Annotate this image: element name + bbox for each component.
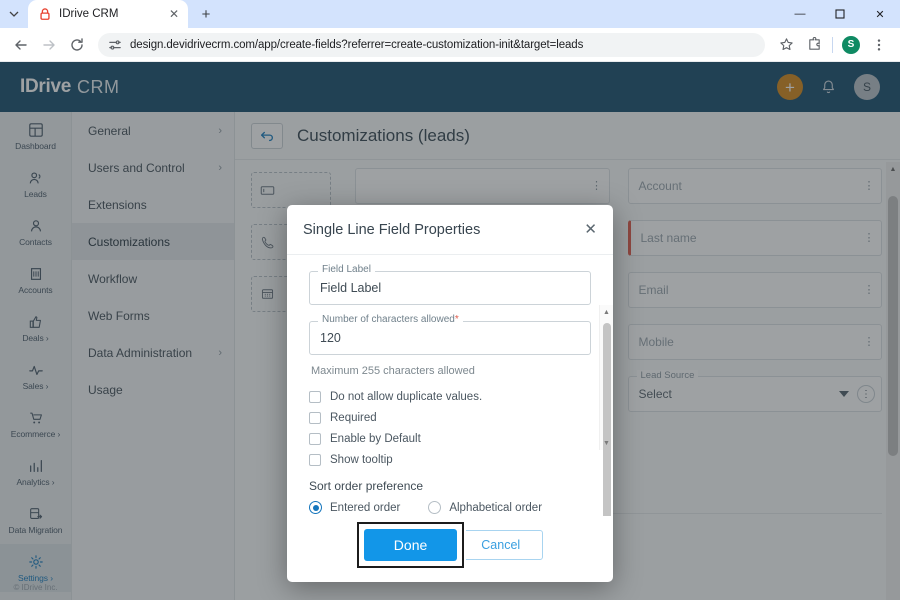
- browser-tab-bar: IDrive CRM ✕ + — ✕: [0, 0, 900, 28]
- field-label-value: Field Label: [320, 281, 381, 295]
- checkbox-label: Enable by Default: [330, 433, 421, 445]
- checkbox-label: Required: [330, 412, 377, 424]
- address-bar-url: design.devidrivecrm.com/app/create-field…: [130, 39, 583, 51]
- radio-icon[interactable]: [309, 501, 322, 514]
- modal-scrollbar-thumb[interactable]: [603, 323, 611, 516]
- browser-menu-icon[interactable]: [866, 32, 892, 58]
- modal-close-icon[interactable]: ✕: [584, 222, 597, 237]
- field-label-group: Field Label Field Label: [309, 271, 591, 305]
- checkbox-label: Do not allow duplicate values.: [330, 391, 482, 403]
- chrome-profile-initial: S: [842, 36, 860, 54]
- char-count-input[interactable]: 120: [309, 321, 591, 355]
- modal-title: Single Line Field Properties: [303, 222, 480, 238]
- toolbar-divider: [832, 37, 833, 53]
- modal-body: Field Label Field Label Number of charac…: [287, 255, 613, 516]
- address-bar[interactable]: design.devidrivecrm.com/app/create-field…: [98, 33, 765, 57]
- checkbox-row-required[interactable]: Required: [309, 412, 591, 424]
- tab-search-icon[interactable]: [0, 0, 28, 28]
- field-properties-modal: Single Line Field Properties ✕ Field Lab…: [287, 205, 613, 582]
- window-maximize-icon[interactable]: [820, 0, 860, 28]
- browser-window: IDrive CRM ✕ + — ✕ design.d: [0, 0, 900, 600]
- radio-label: Entered order: [330, 502, 400, 514]
- field-label-legend: Field Label: [318, 264, 375, 275]
- window-minimize-icon[interactable]: —: [780, 0, 820, 28]
- chrome-profile-avatar[interactable]: S: [838, 32, 864, 58]
- char-count-group: Number of characters allowed* 120: [309, 321, 591, 355]
- modal-footer: Done Cancel: [287, 516, 613, 582]
- checkbox-icon[interactable]: [309, 454, 321, 466]
- checkbox-icon[interactable]: [309, 433, 321, 445]
- modal-scrollbar[interactable]: ▲ ▼: [599, 305, 613, 450]
- modal-scrollbar-up-icon[interactable]: ▲: [600, 305, 613, 319]
- forward-icon[interactable]: [36, 32, 62, 58]
- browser-tab[interactable]: IDrive CRM ✕: [28, 0, 188, 28]
- modal-scrollbar-down-icon[interactable]: ▼: [600, 436, 613, 450]
- field-label-input[interactable]: Field Label: [309, 271, 591, 305]
- done-button-highlight: Done: [357, 522, 464, 568]
- checkbox-row-show-tooltip[interactable]: Show tooltip: [309, 454, 591, 466]
- browser-tab-title: IDrive CRM: [59, 8, 159, 20]
- site-settings-icon[interactable]: [108, 38, 122, 52]
- modal-cancel-button[interactable]: Cancel: [458, 530, 543, 560]
- radio-label: Alphabetical order: [449, 502, 542, 514]
- required-asterisk: *: [455, 314, 459, 325]
- radio-entered-order[interactable]: Entered order: [309, 501, 400, 514]
- new-tab-button[interactable]: +: [192, 0, 220, 28]
- sort-order-label: Sort order preference: [309, 479, 591, 493]
- char-count-help-text: Maximum 255 characters allowed: [311, 365, 591, 377]
- checkbox-icon[interactable]: [309, 412, 321, 424]
- extensions-puzzle-icon[interactable]: [801, 32, 827, 58]
- tab-close-icon[interactable]: ✕: [166, 6, 182, 22]
- radio-icon[interactable]: [428, 501, 441, 514]
- char-count-legend: Number of characters allowed*: [318, 314, 463, 325]
- browser-toolbar: design.devidrivecrm.com/app/create-field…: [0, 28, 900, 62]
- checkbox-icon[interactable]: [309, 391, 321, 403]
- back-icon[interactable]: [8, 32, 34, 58]
- bookmark-star-icon[interactable]: [773, 32, 799, 58]
- idrive-lock-icon: [38, 7, 52, 21]
- checkbox-row-enable-by-default[interactable]: Enable by Default: [309, 433, 591, 445]
- done-button[interactable]: Done: [364, 529, 457, 561]
- char-count-value: 120: [320, 331, 341, 345]
- application-viewport: IDrive CRM + S Dashboard: [0, 62, 900, 600]
- window-close-icon[interactable]: ✕: [860, 0, 900, 28]
- checkbox-row-no-duplicates[interactable]: Do not allow duplicate values.: [309, 391, 591, 403]
- checkbox-label: Show tooltip: [330, 454, 393, 466]
- sort-order-radio-group: Entered order Alphabetical order: [309, 501, 591, 514]
- radio-alphabetical-order[interactable]: Alphabetical order: [428, 501, 542, 514]
- reload-icon[interactable]: [64, 32, 90, 58]
- window-controls: — ✕: [780, 0, 900, 28]
- modal-header: Single Line Field Properties ✕: [287, 205, 613, 255]
